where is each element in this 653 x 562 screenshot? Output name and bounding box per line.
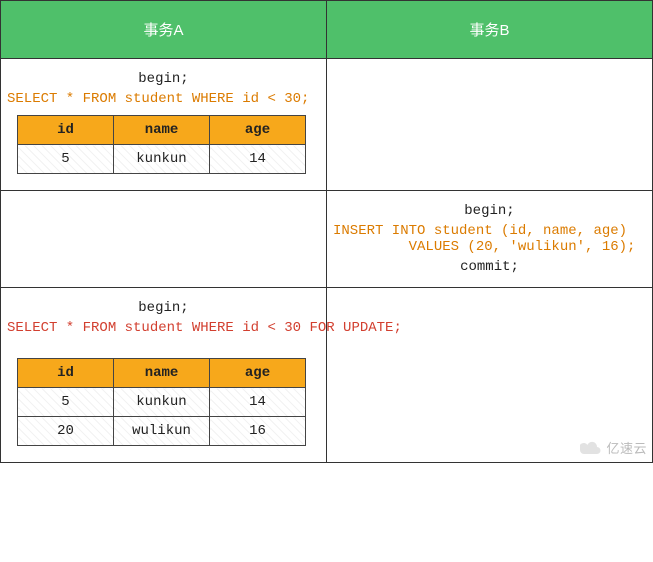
result-table: id name age 5 kunkun 14 20 wulikun 16 [17, 358, 306, 446]
header-col-a: 事务A [1, 1, 327, 59]
sql-insert: INSERT INTO student (id, name, age) VALU… [333, 223, 646, 255]
cell-a-1: begin; SELECT * FROM student WHERE id < … [1, 59, 327, 191]
col-id: id [18, 359, 114, 388]
cell-a-3: begin; SELECT * FROM student WHERE id < … [1, 288, 327, 463]
header-col-b: 事务B [327, 1, 653, 59]
table-header-row: id name age [18, 116, 306, 145]
step-row: begin; SELECT * FROM student WHERE id < … [1, 59, 653, 191]
sql-begin: begin; [333, 203, 646, 219]
table-row: 20 wulikun 16 [18, 417, 306, 446]
table-row: 5 kunkun 14 [18, 145, 306, 174]
cloud-logo-icon [580, 441, 602, 455]
step-row: begin; INSERT INTO student (id, name, ag… [1, 191, 653, 288]
sql-select: SELECT * FROM student WHERE id < 30; [7, 91, 320, 107]
header-row: 事务A 事务B [1, 1, 653, 59]
result-table: id name age 5 kunkun 14 [17, 115, 306, 174]
table-header-row: id name age [18, 359, 306, 388]
col-name: name [114, 359, 210, 388]
cell-b-2: begin; INSERT INTO student (id, name, ag… [327, 191, 653, 288]
table-row: 5 kunkun 14 [18, 388, 306, 417]
cell-b-3 [327, 288, 653, 463]
sql-begin: begin; [7, 71, 320, 87]
watermark-text: 亿速云 [606, 438, 647, 457]
transaction-diagram: 事务A 事务B begin; SELECT * FROM student WHE… [0, 0, 653, 463]
sql-select-for-update: SELECT * FROM student WHERE id < 30 FOR … [7, 320, 320, 336]
cell-a-2 [1, 191, 327, 288]
step-row: begin; SELECT * FROM student WHERE id < … [1, 288, 653, 463]
sql-begin: begin; [7, 300, 320, 316]
col-name: name [114, 116, 210, 145]
col-age: age [210, 116, 306, 145]
cell-b-1 [327, 59, 653, 191]
sql-commit: commit; [333, 259, 646, 275]
watermark: 亿速云 [580, 438, 647, 457]
col-age: age [210, 359, 306, 388]
col-id: id [18, 116, 114, 145]
